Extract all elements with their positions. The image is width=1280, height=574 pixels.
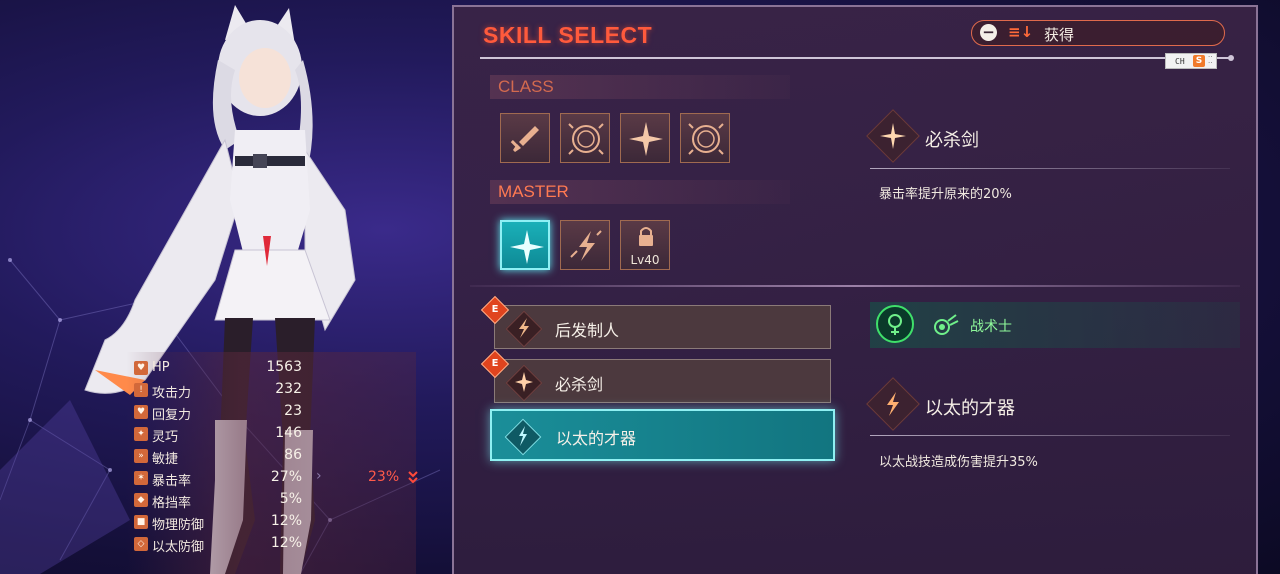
skill-list-label: 后发制人 bbox=[555, 321, 620, 340]
title-divider bbox=[480, 57, 1232, 59]
stat-value: 86 bbox=[284, 447, 302, 463]
master-skill-slot-3-locked[interactable]: Lv40 bbox=[620, 220, 670, 270]
stat-bonus: 23% bbox=[368, 469, 400, 485]
class-name: 战术士 bbox=[970, 319, 1012, 335]
panel-title: SKILL SELECT bbox=[483, 22, 653, 48]
class-section-label: CLASS bbox=[498, 77, 554, 96]
stat-row-agility: » 敏捷 86 bbox=[134, 446, 414, 468]
tactician-role-icon bbox=[888, 314, 902, 335]
lock-level-label: Lv40 bbox=[630, 253, 660, 267]
stat-label: 暴击率 bbox=[152, 474, 192, 489]
section-divider bbox=[470, 285, 1240, 287]
stat-row-block: ◆ 格挡率 5% bbox=[134, 490, 414, 512]
detail-divider bbox=[870, 435, 1230, 436]
sparkle-icon bbox=[515, 372, 533, 392]
ring-icon bbox=[688, 123, 724, 155]
stat-value: 1563 bbox=[266, 359, 302, 375]
sort-arrows-icon: ≡↓ bbox=[1008, 23, 1034, 41]
title-divider-dot bbox=[1228, 55, 1234, 61]
stat-row-critical: ✶ 暴击率 27% › 23% bbox=[134, 468, 418, 490]
stat-row-healing: ♥ 回复力 23 bbox=[134, 402, 414, 424]
stat-value: 232 bbox=[275, 381, 302, 397]
stat-row-attack: ! 攻击力 232 bbox=[134, 380, 414, 402]
stat-row-dexterity: ✦ 灵巧 146 bbox=[134, 424, 414, 446]
class-info-bar: 战术士 bbox=[870, 302, 1240, 348]
ring-icon bbox=[568, 123, 604, 155]
ch-label: CH bbox=[1175, 57, 1185, 66]
stat-value: 12% bbox=[270, 513, 302, 529]
hp-icon: ♥ bbox=[134, 361, 148, 375]
healing-icon: ♥ bbox=[134, 405, 148, 419]
class-circle bbox=[876, 305, 914, 343]
selected-skill-description: 暴击率提升原来的20% bbox=[879, 187, 1012, 202]
stat-label: 敏捷 bbox=[152, 452, 179, 467]
master-section-label: MASTER bbox=[498, 182, 569, 201]
ether-defense-icon: ◇ bbox=[134, 537, 148, 551]
attack-icon: ! bbox=[134, 383, 148, 397]
lightning-icon bbox=[519, 318, 529, 338]
character-stats-panel: ♥ HP 1563 ! 攻击力 232 ♥ 回复力 23 ✦ 灵巧 146 » … bbox=[126, 352, 418, 574]
ether-bolt-icon bbox=[519, 426, 527, 446]
stat-label: 格挡率 bbox=[152, 496, 192, 511]
stat-label: 以太防御 bbox=[152, 540, 205, 555]
critical-icon: ✶ bbox=[134, 471, 148, 485]
class-skill-slot-4[interactable] bbox=[680, 113, 730, 163]
stat-label: 回复力 bbox=[152, 408, 192, 423]
tactician-icon bbox=[934, 314, 959, 335]
stat-row-hp: ♥ HP 1563 bbox=[134, 358, 414, 380]
detail-divider bbox=[870, 168, 1230, 169]
skill-list-item[interactable]: E 后发制人 bbox=[480, 295, 831, 349]
class-skill-slot-3[interactable] bbox=[620, 113, 670, 163]
stat-value: 5% bbox=[279, 491, 302, 507]
lightning-icon bbox=[887, 392, 899, 416]
skill-list-label: 必杀剑 bbox=[555, 375, 604, 394]
agility-icon: » bbox=[134, 449, 148, 463]
sword-icon bbox=[510, 126, 539, 152]
stat-row-physical-defense: ■ 物理防御 12% bbox=[134, 512, 414, 534]
class-section-header: CLASS bbox=[490, 75, 790, 99]
stat-value: 23 bbox=[284, 403, 302, 419]
class-skill-slot-1[interactable] bbox=[500, 113, 550, 163]
stat-label: 灵巧 bbox=[152, 430, 179, 445]
class-skill-slot-2[interactable] bbox=[560, 113, 610, 163]
stat-label: HP bbox=[152, 360, 170, 375]
minus-circle-icon[interactable]: − bbox=[980, 24, 997, 41]
sparkle-icon bbox=[629, 122, 663, 156]
input-method-badge[interactable]: CH S ·· ·· bbox=[1165, 53, 1217, 69]
physical-defense-icon: ■ bbox=[134, 515, 148, 529]
lightning-icon bbox=[570, 230, 602, 261]
sort-selector[interactable]: − ≡↓ 获得 bbox=[971, 20, 1225, 46]
chevron-right-icon: › bbox=[316, 468, 322, 484]
selected-skill-name: 必杀剑 bbox=[925, 130, 979, 151]
skill-list-item-selected[interactable]: 以太的才器 bbox=[490, 409, 835, 461]
stat-label: 物理防御 bbox=[152, 518, 205, 533]
master-skill-slot-2[interactable] bbox=[560, 220, 610, 270]
stat-value: 146 bbox=[275, 425, 302, 441]
selected-skill-name: 以太的才器 bbox=[925, 398, 1015, 419]
stat-value: 12% bbox=[270, 535, 302, 551]
block-icon: ◆ bbox=[134, 493, 148, 507]
skill-list-label: 以太的才器 bbox=[556, 429, 637, 448]
master-section-header: MASTER bbox=[490, 180, 790, 204]
sparkle-icon bbox=[510, 230, 544, 264]
skill-list-item[interactable]: E 必杀剑 bbox=[480, 349, 831, 403]
dexterity-icon: ✦ bbox=[134, 427, 148, 441]
sort-label: 获得 bbox=[1044, 26, 1075, 44]
menu-dots-icon: ·· ·· bbox=[1208, 53, 1213, 67]
sparkle-icon bbox=[880, 123, 906, 149]
master-skill-slot-1[interactable] bbox=[500, 220, 550, 270]
selected-skill-description: 以太战技造成伤害提升35% bbox=[879, 455, 1038, 470]
stat-label: 攻击力 bbox=[152, 386, 192, 401]
s-icon: S bbox=[1193, 55, 1205, 67]
stat-row-ether-defense: ◇ 以太防御 12% bbox=[134, 534, 414, 556]
stat-value: 27% bbox=[270, 469, 302, 485]
double-chevron-down-icon bbox=[408, 471, 418, 484]
